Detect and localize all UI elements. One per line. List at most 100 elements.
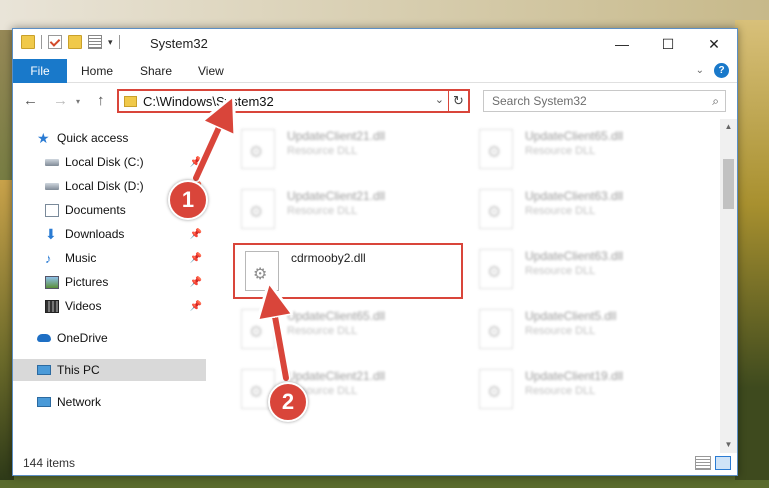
nav-item-this-pc[interactable]: This PC <box>13 359 206 381</box>
file-tile[interactable]: UpdateClient65.dll Resource DLL <box>469 123 699 179</box>
title-bar: ▾ System32 — ☐ ✕ <box>13 29 737 59</box>
dll-file-icon <box>479 189 513 229</box>
file-name: UpdateClient63.dll <box>525 189 624 203</box>
new-folder-icon[interactable] <box>68 35 82 49</box>
address-bar[interactable]: C:\Windows\System32 ⌄ ↻ <box>117 89 470 113</box>
nav-item-quick-access[interactable]: ★ Quick access <box>13 127 206 149</box>
customize-toolbar-icon[interactable]: ▾ <box>108 37 113 48</box>
nav-item-onedrive[interactable]: OneDrive <box>13 327 206 349</box>
dll-file-icon <box>241 309 275 349</box>
tab-view[interactable]: View <box>198 59 224 83</box>
refresh-icon[interactable]: ↻ <box>448 91 468 111</box>
address-path[interactable]: C:\Windows\System32 <box>143 94 274 109</box>
file-name: UpdateClient65.dll <box>287 309 386 323</box>
nav-item-pictures[interactable]: Pictures 📌 <box>13 271 206 293</box>
drive-icon <box>45 182 59 190</box>
properties-check-icon[interactable] <box>48 35 62 49</box>
nav-label: Documents <box>65 203 126 217</box>
nav-label: Downloads <box>65 227 125 241</box>
file-name: UpdateClient19.dll <box>525 369 624 383</box>
file-tile[interactable]: UpdateClient63.dll Resource DLL <box>469 243 699 299</box>
file-type: Resource DLL <box>525 265 596 277</box>
nav-item-local-disk-c[interactable]: Local Disk (C:) 📌 <box>13 151 206 173</box>
view-toggle-group <box>695 456 731 470</box>
file-name: UpdateClient63.dll <box>525 249 624 263</box>
nav-label: Network <box>57 395 102 409</box>
file-tile-cdrmooby2[interactable]: cdrmooby2.dll <box>233 243 463 299</box>
pin-icon[interactable]: 📌 <box>190 301 202 312</box>
status-bar: 144 items <box>13 451 737 475</box>
folder-icon[interactable] <box>21 35 35 49</box>
recent-locations-chevron-icon[interactable]: ▾ <box>76 97 80 106</box>
ribbon-tabs: File Home Share View ⌄ ? <box>13 59 737 83</box>
desktop-background-right <box>735 20 769 480</box>
nav-item-music[interactable]: ♪ Music 📌 <box>13 247 206 269</box>
step-2-callout: 2 <box>268 382 308 422</box>
pin-icon[interactable]: 📌 <box>190 229 202 240</box>
videos-icon <box>45 299 59 313</box>
document-icon <box>45 203 59 217</box>
file-tile[interactable]: UpdateClient63.dll Resource DLL <box>469 183 699 239</box>
nav-label: Local Disk (C:) <box>65 155 144 169</box>
quick-access-toolbar: ▾ <box>21 35 120 49</box>
file-explorer-window: ▾ System32 — ☐ ✕ File Home Share View ⌄ … <box>12 28 738 476</box>
folder-icon <box>124 96 137 107</box>
nav-label: Quick access <box>57 131 129 145</box>
file-tile[interactable]: UpdateClient65.dll Resource DLL <box>231 303 461 359</box>
computer-icon <box>37 365 51 375</box>
download-icon: ⬇ <box>45 225 57 242</box>
back-arrow-icon[interactable]: ← <box>23 92 38 109</box>
vertical-scrollbar[interactable]: ▲ ▼ <box>720 119 737 453</box>
file-type: Resource DLL <box>525 325 596 337</box>
tab-file[interactable]: File <box>13 59 67 83</box>
close-icon: ✕ <box>708 35 720 52</box>
scroll-thumb[interactable] <box>723 159 734 209</box>
address-dropdown-chevron-icon[interactable]: ⌄ <box>435 93 444 106</box>
tab-share[interactable]: Share <box>140 59 172 83</box>
step-1-callout: 1 <box>168 180 208 220</box>
forward-arrow-icon[interactable]: → <box>53 92 68 109</box>
file-name: UpdateClient21.dll <box>287 189 386 203</box>
properties-icon[interactable] <box>88 35 102 49</box>
tiles-view-icon[interactable] <box>715 456 731 470</box>
network-icon <box>37 397 51 407</box>
nav-label: This PC <box>57 363 100 377</box>
window-title: System32 <box>150 36 208 51</box>
dll-file-icon <box>479 369 513 409</box>
item-count: 144 items <box>23 456 76 470</box>
details-view-icon[interactable] <box>695 456 711 470</box>
pin-icon[interactable]: 📌 <box>190 277 202 288</box>
nav-label: Pictures <box>65 275 109 289</box>
music-icon: ♪ <box>45 250 52 266</box>
search-input[interactable]: Search System32 ⌕ <box>483 90 726 112</box>
file-tile[interactable]: UpdateClient21.dll Resource DLL <box>231 123 461 179</box>
expand-ribbon-icon[interactable]: ⌄ <box>696 65 704 76</box>
file-type: Resource DLL <box>287 145 358 157</box>
help-icon[interactable]: ? <box>714 63 729 78</box>
file-tile[interactable]: UpdateClient21.dll Resource DLL <box>231 363 461 419</box>
file-tile[interactable]: UpdateClient5.dll Resource DLL <box>469 303 699 359</box>
nav-item-downloads[interactable]: ⬇ Downloads 📌 <box>13 223 206 245</box>
file-type: Resource DLL <box>525 205 596 217</box>
nav-item-network[interactable]: Network <box>13 391 206 413</box>
file-tile[interactable]: UpdateClient21.dll Resource DLL <box>231 183 461 239</box>
up-arrow-icon[interactable]: ↑ <box>97 92 105 109</box>
scroll-up-icon[interactable]: ▲ <box>720 119 737 135</box>
address-row: ← → ▾ ↑ C:\Windows\System32 ⌄ ↻ Search S… <box>13 85 737 117</box>
pin-icon[interactable]: 📌 <box>190 253 202 264</box>
minimize-icon: — <box>615 36 629 52</box>
cloud-icon <box>37 334 51 342</box>
close-button[interactable]: ✕ <box>691 29 737 59</box>
dll-file-icon <box>479 249 513 289</box>
pin-icon[interactable]: 📌 <box>190 157 202 168</box>
file-tile[interactable]: UpdateClient19.dll Resource DLL <box>469 363 699 419</box>
window-controls: — ☐ ✕ <box>599 29 737 59</box>
minimize-button[interactable]: — <box>599 29 645 59</box>
tab-home[interactable]: Home <box>81 59 113 83</box>
search-placeholder: Search System32 <box>492 94 587 108</box>
nav-label: Videos <box>65 299 102 313</box>
ribbon-right-controls: ⌄ ? <box>696 63 729 78</box>
nav-item-videos[interactable]: Videos 📌 <box>13 295 206 317</box>
maximize-button[interactable]: ☐ <box>645 29 691 59</box>
search-icon[interactable]: ⌕ <box>712 94 719 109</box>
